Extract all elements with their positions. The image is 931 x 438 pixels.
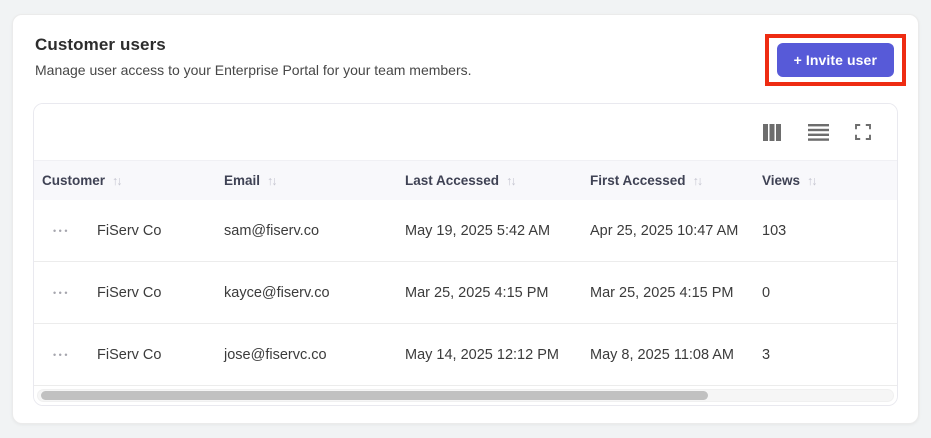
sort-icon[interactable]: ↑↓ (112, 174, 122, 188)
row-actions-button[interactable]: ••• (51, 346, 72, 364)
fullscreen-icon[interactable] (855, 124, 871, 140)
cell-last-accessed: May 14, 2025 12:12 PM (405, 346, 559, 363)
row-density-icon[interactable] (808, 123, 829, 141)
cell-actions: ••• (34, 222, 89, 240)
column-header-last-accessed[interactable]: Last Accessed ↑↓ (397, 173, 582, 188)
cell-email: jose@fiservc.co (224, 346, 327, 363)
column-header-views[interactable]: Views ↑↓ (754, 173, 897, 188)
column-label: First Accessed (590, 173, 686, 188)
panel-header: Customer users Manage user access to you… (13, 15, 918, 86)
cell-actions: ••• (34, 346, 89, 364)
sort-icon[interactable]: ↑↓ (807, 174, 817, 188)
cell-views: 3 (762, 346, 771, 363)
cell-views: 0 (762, 284, 771, 301)
invite-user-button[interactable]: + Invite user (776, 43, 894, 77)
cell-first-accessed: Apr 25, 2025 10:47 AM (590, 222, 739, 239)
column-label: Email (224, 173, 261, 188)
sort-icon[interactable]: ↑↓ (267, 174, 277, 188)
column-header-first-accessed[interactable]: First Accessed ↑↓ (582, 173, 754, 188)
cell-views: 103 (762, 222, 787, 239)
annotation-highlight: + Invite user (764, 34, 906, 86)
row-actions-button[interactable]: ••• (51, 284, 72, 302)
column-label: Last Accessed (405, 173, 500, 188)
table-row: ••• FiServ Co sam@fiserv.co May 19, 2025… (34, 200, 897, 262)
row-actions-button[interactable]: ••• (51, 222, 72, 240)
cell-actions: ••• (34, 284, 89, 302)
table-row: ••• FiServ Co jose@fiservc.co May 14, 20… (34, 324, 897, 386)
cell-email: sam@fiserv.co (224, 222, 320, 239)
cell-customer: FiServ Co (97, 222, 162, 239)
cell-customer: FiServ Co (97, 284, 162, 301)
sort-icon[interactable]: ↑↓ (693, 174, 703, 188)
cell-email: kayce@fiserv.co (224, 284, 330, 301)
sort-icon[interactable]: ↑↓ (506, 174, 516, 188)
column-header-customer[interactable]: Customer ↑↓ (34, 173, 216, 188)
cell-first-accessed: Mar 25, 2025 4:15 PM (590, 284, 734, 301)
table-row: ••• FiServ Co kayce@fiserv.co Mar 25, 20… (34, 262, 897, 324)
table-toolbar (34, 104, 897, 160)
table-header-row: Customer ↑↓ Email ↑↓ Last Accessed ↑↓ Fi… (34, 160, 897, 200)
page-subtitle: Manage user access to your Enterprise Po… (35, 62, 472, 78)
h-scrollbar-thumb[interactable] (41, 391, 708, 400)
scrollbar-track[interactable] (37, 389, 894, 402)
cell-last-accessed: May 19, 2025 5:42 AM (405, 222, 551, 239)
panel-header-text: Customer users Manage user access to you… (35, 35, 472, 78)
customer-users-panel: Customer users Manage user access to you… (12, 14, 919, 424)
horizontal-scrollbar (34, 386, 897, 405)
columns-view-icon[interactable] (762, 123, 782, 141)
page-title: Customer users (35, 35, 166, 54)
cell-customer: FiServ Co (97, 346, 162, 363)
cell-first-accessed: May 8, 2025 11:08 AM (590, 346, 735, 363)
cell-last-accessed: Mar 25, 2025 4:15 PM (405, 284, 549, 301)
column-label: Customer (42, 173, 106, 188)
users-table: Customer ↑↓ Email ↑↓ Last Accessed ↑↓ Fi… (33, 103, 898, 406)
column-label: Views (762, 173, 801, 188)
column-header-email[interactable]: Email ↑↓ (216, 173, 397, 188)
